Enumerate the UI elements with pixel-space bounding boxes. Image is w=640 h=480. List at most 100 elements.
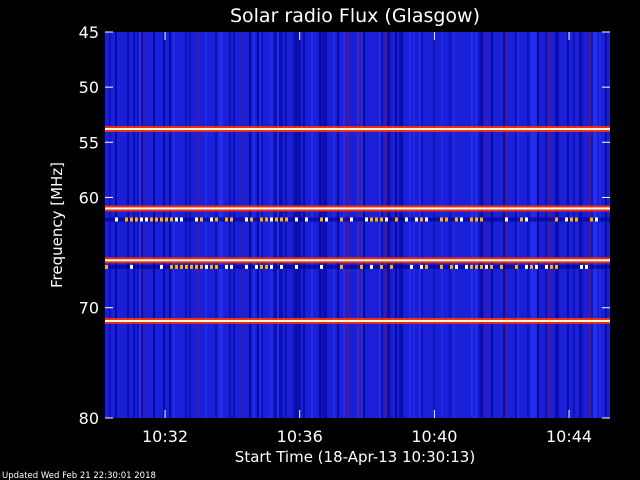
intensity-column xyxy=(261,32,263,418)
intensity-column xyxy=(581,32,583,418)
intensity-column xyxy=(139,32,141,418)
x-axis-label: Start Time (18-Apr-13 10:30:13) xyxy=(235,448,475,466)
intensity-column xyxy=(153,32,155,418)
band-burst xyxy=(160,217,163,222)
intensity-column xyxy=(359,32,361,418)
intensity-column xyxy=(233,32,235,418)
intensity-column xyxy=(401,32,403,418)
band-burst xyxy=(565,217,568,222)
band-burst xyxy=(245,264,248,269)
intensity-column xyxy=(281,32,283,418)
band-burst xyxy=(545,264,548,269)
band-burst xyxy=(250,217,253,222)
intensity-column xyxy=(589,32,591,418)
band-burst xyxy=(375,217,378,222)
band-burst xyxy=(280,217,283,222)
intensity-column xyxy=(133,32,135,418)
intensity-column xyxy=(109,32,111,418)
band-burst xyxy=(380,264,383,269)
band-burst xyxy=(470,217,473,222)
intensity-column xyxy=(127,32,129,418)
intensity-column xyxy=(279,32,281,418)
y-tick-label: 50 xyxy=(79,78,99,97)
band-burst xyxy=(380,217,383,222)
intensity-column xyxy=(555,32,557,418)
x-tick-label: 10:40 xyxy=(411,427,457,446)
band-burst xyxy=(595,217,598,222)
band-burst xyxy=(130,264,133,269)
band-burst xyxy=(580,264,583,269)
band-burst xyxy=(350,217,353,222)
band-burst xyxy=(190,264,193,269)
band-line xyxy=(105,207,610,210)
intensity-column xyxy=(475,32,477,418)
intensity-column xyxy=(189,32,191,418)
x-tick-label: 10:36 xyxy=(277,427,323,446)
intensity-column xyxy=(303,32,305,418)
band-burst xyxy=(200,217,203,222)
intensity-column xyxy=(537,32,539,418)
intensity-column xyxy=(197,32,199,418)
band-burst xyxy=(260,217,263,222)
intensity-column xyxy=(485,32,487,418)
intensity-column xyxy=(185,32,187,418)
intensity-column xyxy=(271,32,273,418)
band-burst xyxy=(180,217,183,222)
band-burst xyxy=(265,264,268,269)
band-burst xyxy=(255,264,258,269)
band-burst xyxy=(550,264,553,269)
band-burst xyxy=(480,264,483,269)
y-tick-label: 45 xyxy=(79,23,99,42)
intensity-column xyxy=(599,32,601,418)
intensity-column xyxy=(421,32,423,418)
band-burst xyxy=(270,264,273,269)
band-burst xyxy=(455,217,458,222)
band-burst xyxy=(425,217,428,222)
band-burst xyxy=(295,264,298,269)
intensity-column xyxy=(567,32,569,418)
intensity-column xyxy=(143,32,145,418)
band-burst xyxy=(420,217,423,222)
band-burst xyxy=(215,264,218,269)
band-burst xyxy=(230,217,233,222)
intensity-column xyxy=(361,32,363,418)
intensity-column xyxy=(275,32,277,418)
intensity-column xyxy=(395,32,397,418)
intensity-column xyxy=(481,32,483,418)
band-burst xyxy=(445,217,448,222)
band-burst xyxy=(370,264,373,269)
intensity-column xyxy=(573,32,575,418)
band-burst xyxy=(265,217,268,222)
intensity-column xyxy=(319,32,321,418)
band-burst xyxy=(125,217,128,222)
band-burst xyxy=(160,264,163,269)
intensity-column xyxy=(515,32,517,418)
intensity-column xyxy=(229,32,231,418)
band-burst xyxy=(480,217,483,222)
intensity-column xyxy=(491,32,493,418)
band-burst xyxy=(440,264,443,269)
band-burst xyxy=(475,264,478,269)
band-burst xyxy=(405,217,408,222)
band-burst xyxy=(425,264,428,269)
intensity-column xyxy=(387,32,389,418)
intensity-column xyxy=(173,32,175,418)
band-burst xyxy=(155,217,158,222)
intensity-column xyxy=(479,32,481,418)
intensity-column xyxy=(277,32,279,418)
band-burst xyxy=(460,217,463,222)
chart-title: Solar radio Flux (Glasgow) xyxy=(230,5,480,27)
band-burst xyxy=(490,264,493,269)
band-burst xyxy=(420,264,423,269)
band-burst xyxy=(410,264,413,269)
band-line xyxy=(105,259,610,262)
band-burst xyxy=(525,217,528,222)
band-burst xyxy=(440,217,443,222)
intensity-column xyxy=(471,32,473,418)
intensity-column xyxy=(549,32,551,418)
y-tick-label: 80 xyxy=(79,409,99,428)
intensity-column xyxy=(269,32,271,418)
intensity-column xyxy=(205,32,207,418)
band-burst xyxy=(415,217,418,222)
band-burst xyxy=(505,217,508,222)
